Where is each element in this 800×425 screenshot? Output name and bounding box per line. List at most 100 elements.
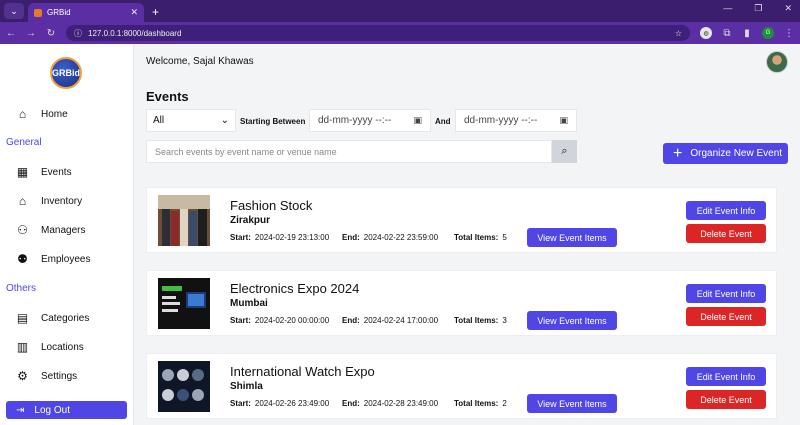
browser-menu-icon[interactable]: ⋮ — [784, 28, 794, 39]
reload-icon[interactable]: ↻ — [46, 28, 56, 39]
minimize-icon[interactable]: — — [723, 3, 732, 14]
event-filter-select[interactable]: All ⌄ — [146, 109, 236, 132]
start-label: Start: — [230, 399, 251, 408]
new-tab-icon[interactable]: + — [152, 5, 159, 19]
building-icon: ▥ — [16, 340, 29, 354]
close-window-icon[interactable]: ✕ — [784, 3, 792, 14]
section-others: Others — [6, 283, 37, 294]
sidebar-item-events[interactable]: ▦ Events — [0, 161, 134, 183]
total-value: 5 — [502, 233, 507, 242]
extensions-icon[interactable]: ⧉ — [722, 28, 732, 39]
start-value: 2024-02-26 23:49:00 — [254, 399, 330, 408]
sidebar-item-label: Managers — [41, 224, 86, 236]
account-icon[interactable]: G — [762, 27, 774, 39]
view-event-items-button[interactable]: View Event Items — [527, 311, 617, 330]
delete-event-button[interactable]: Delete Event — [686, 224, 766, 243]
sidebar-item-employees[interactable]: ⚉ Employees — [0, 248, 134, 270]
start-value: 2024-02-19 23:13:00 — [254, 233, 330, 242]
tab-search-icon[interactable]: ⌄ — [4, 3, 24, 19]
avatar[interactable] — [766, 51, 788, 73]
calendar-picker-icon[interactable]: ▣ — [559, 115, 568, 126]
browser-tabbar: ⌄ GRBid ✕ + — ❐ ✕ — [0, 0, 800, 22]
home-icon: ⌂ — [18, 107, 27, 121]
event-start: Start: 2024-02-19 23:13:00 — [230, 233, 329, 242]
view-event-items-button[interactable]: View Event Items — [527, 394, 617, 413]
start-label: Start: — [230, 233, 251, 242]
delete-event-button[interactable]: Delete Event — [686, 307, 766, 326]
sidebar-item-label: Categories — [41, 312, 90, 324]
sidebar-item-label: Locations — [41, 341, 84, 353]
event-thumbnail[interactable] — [158, 195, 210, 246]
total-label: Total Items: — [454, 399, 499, 408]
start-date-input[interactable]: dd-mm-yyyy --:-- ▣ — [309, 109, 431, 132]
sidebar-item-categories[interactable]: ▤ Categories — [0, 307, 134, 329]
sidebar-item-home[interactable]: ⌂ Home — [0, 103, 134, 125]
date-placeholder: dd-mm-yyyy --:-- — [464, 115, 538, 126]
end-value: 2024-02-24 17:00:00 — [363, 316, 439, 325]
event-name: Fashion Stock — [230, 198, 313, 213]
total-value: 2 — [502, 399, 507, 408]
edit-event-button[interactable]: Edit Event Info — [686, 367, 766, 386]
event-total: Total Items: 2 — [454, 399, 507, 408]
sidebar: GRBid ⌂ Home General ▦ Events ⌂ Inventor… — [0, 44, 134, 425]
site-info-icon[interactable]: ⓘ — [74, 28, 82, 39]
event-name: International Watch Expo — [230, 364, 375, 379]
total-label: Total Items: — [454, 233, 499, 242]
sidebar-item-label: Employees — [41, 253, 91, 265]
event-start: Start: 2024-02-26 23:49:00 — [230, 399, 329, 408]
end-label: End: — [342, 399, 360, 408]
filter-selected: All — [153, 115, 165, 126]
total-value: 3 — [502, 316, 507, 325]
end-date-input[interactable]: dd-mm-yyyy --:-- ▣ — [455, 109, 577, 132]
bookmark-star-icon[interactable]: ☆ — [675, 29, 682, 38]
event-thumbnail[interactable] — [158, 278, 210, 329]
organize-event-button[interactable]: + Organize New Event — [663, 143, 788, 164]
logout-icon: ⇥ — [16, 404, 25, 416]
edit-event-button[interactable]: Edit Event Info — [686, 201, 766, 220]
delete-event-button[interactable]: Delete Event — [686, 390, 766, 409]
favicon-icon — [34, 8, 42, 17]
main-content: Welcome, Sajal Khawas Events All ⌄ Start… — [134, 44, 800, 425]
event-thumbnail[interactable] — [158, 361, 210, 412]
browser-tab[interactable]: GRBid ✕ — [28, 3, 144, 22]
search-button[interactable]: ⌕ — [552, 140, 577, 163]
event-end: End: 2024-02-24 17:00:00 — [342, 316, 438, 325]
profile-ext-icon[interactable]: ◍ — [700, 27, 712, 39]
back-icon[interactable]: ← — [6, 28, 16, 39]
close-tab-icon[interactable]: ✕ — [130, 7, 138, 18]
end-value: 2024-02-28 23:49:00 — [363, 399, 439, 408]
search-placeholder: Search events by event name or venue nam… — [155, 146, 337, 157]
forward-icon[interactable]: → — [26, 28, 36, 39]
event-name: Electronics Expo 2024 — [230, 281, 360, 296]
address-bar: ← → ↻ ⓘ 127.0.0.1:8000/dashboard ☆ ◍ ⧉ ▮… — [0, 22, 800, 44]
calendar-picker-icon[interactable]: ▣ — [413, 115, 422, 126]
sidebar-item-inventory[interactable]: ⌂ Inventory — [0, 190, 134, 212]
search-icon: ⌕ — [561, 145, 568, 157]
end-value: 2024-02-22 23:59:00 — [363, 233, 439, 242]
end-label: End: — [342, 233, 360, 242]
date-placeholder: dd-mm-yyyy --:-- — [318, 115, 392, 126]
logout-button[interactable]: ⇥ Log Out — [6, 401, 127, 419]
manager-icon: ⚇ — [17, 223, 28, 237]
welcome-text: Welcome, Sajal Khawas — [146, 56, 254, 67]
edit-event-button[interactable]: Edit Event Info — [686, 284, 766, 303]
sidepanel-icon[interactable]: ▮ — [742, 28, 752, 39]
view-event-items-button[interactable]: View Event Items — [527, 228, 617, 247]
sidebar-item-managers[interactable]: ⚇ Managers — [0, 219, 134, 241]
brand-logo[interactable]: GRBid — [50, 57, 82, 89]
sidebar-item-settings[interactable]: ⚙ Settings — [0, 365, 134, 387]
sidebar-item-label: Home — [41, 108, 68, 120]
restore-icon[interactable]: ❐ — [754, 3, 762, 14]
event-total: Total Items: 3 — [454, 316, 507, 325]
sidebar-item-locations[interactable]: ▥ Locations — [0, 336, 134, 358]
event-start: Start: 2024-02-20 00:00:00 — [230, 316, 329, 325]
url-input[interactable]: ⓘ 127.0.0.1:8000/dashboard ☆ — [66, 25, 690, 41]
sidebar-item-label: Events — [41, 166, 72, 178]
tab-title: GRBid — [47, 8, 71, 17]
sidebar-item-label: Settings — [41, 370, 78, 382]
search-input[interactable]: Search events by event name or venue nam… — [146, 140, 552, 163]
start-label: Start: — [230, 316, 251, 325]
url-text: 127.0.0.1:8000/dashboard — [88, 28, 182, 38]
event-venue: Zirakpur — [230, 215, 271, 226]
app: GRBid ⌂ Home General ▦ Events ⌂ Inventor… — [0, 44, 800, 425]
